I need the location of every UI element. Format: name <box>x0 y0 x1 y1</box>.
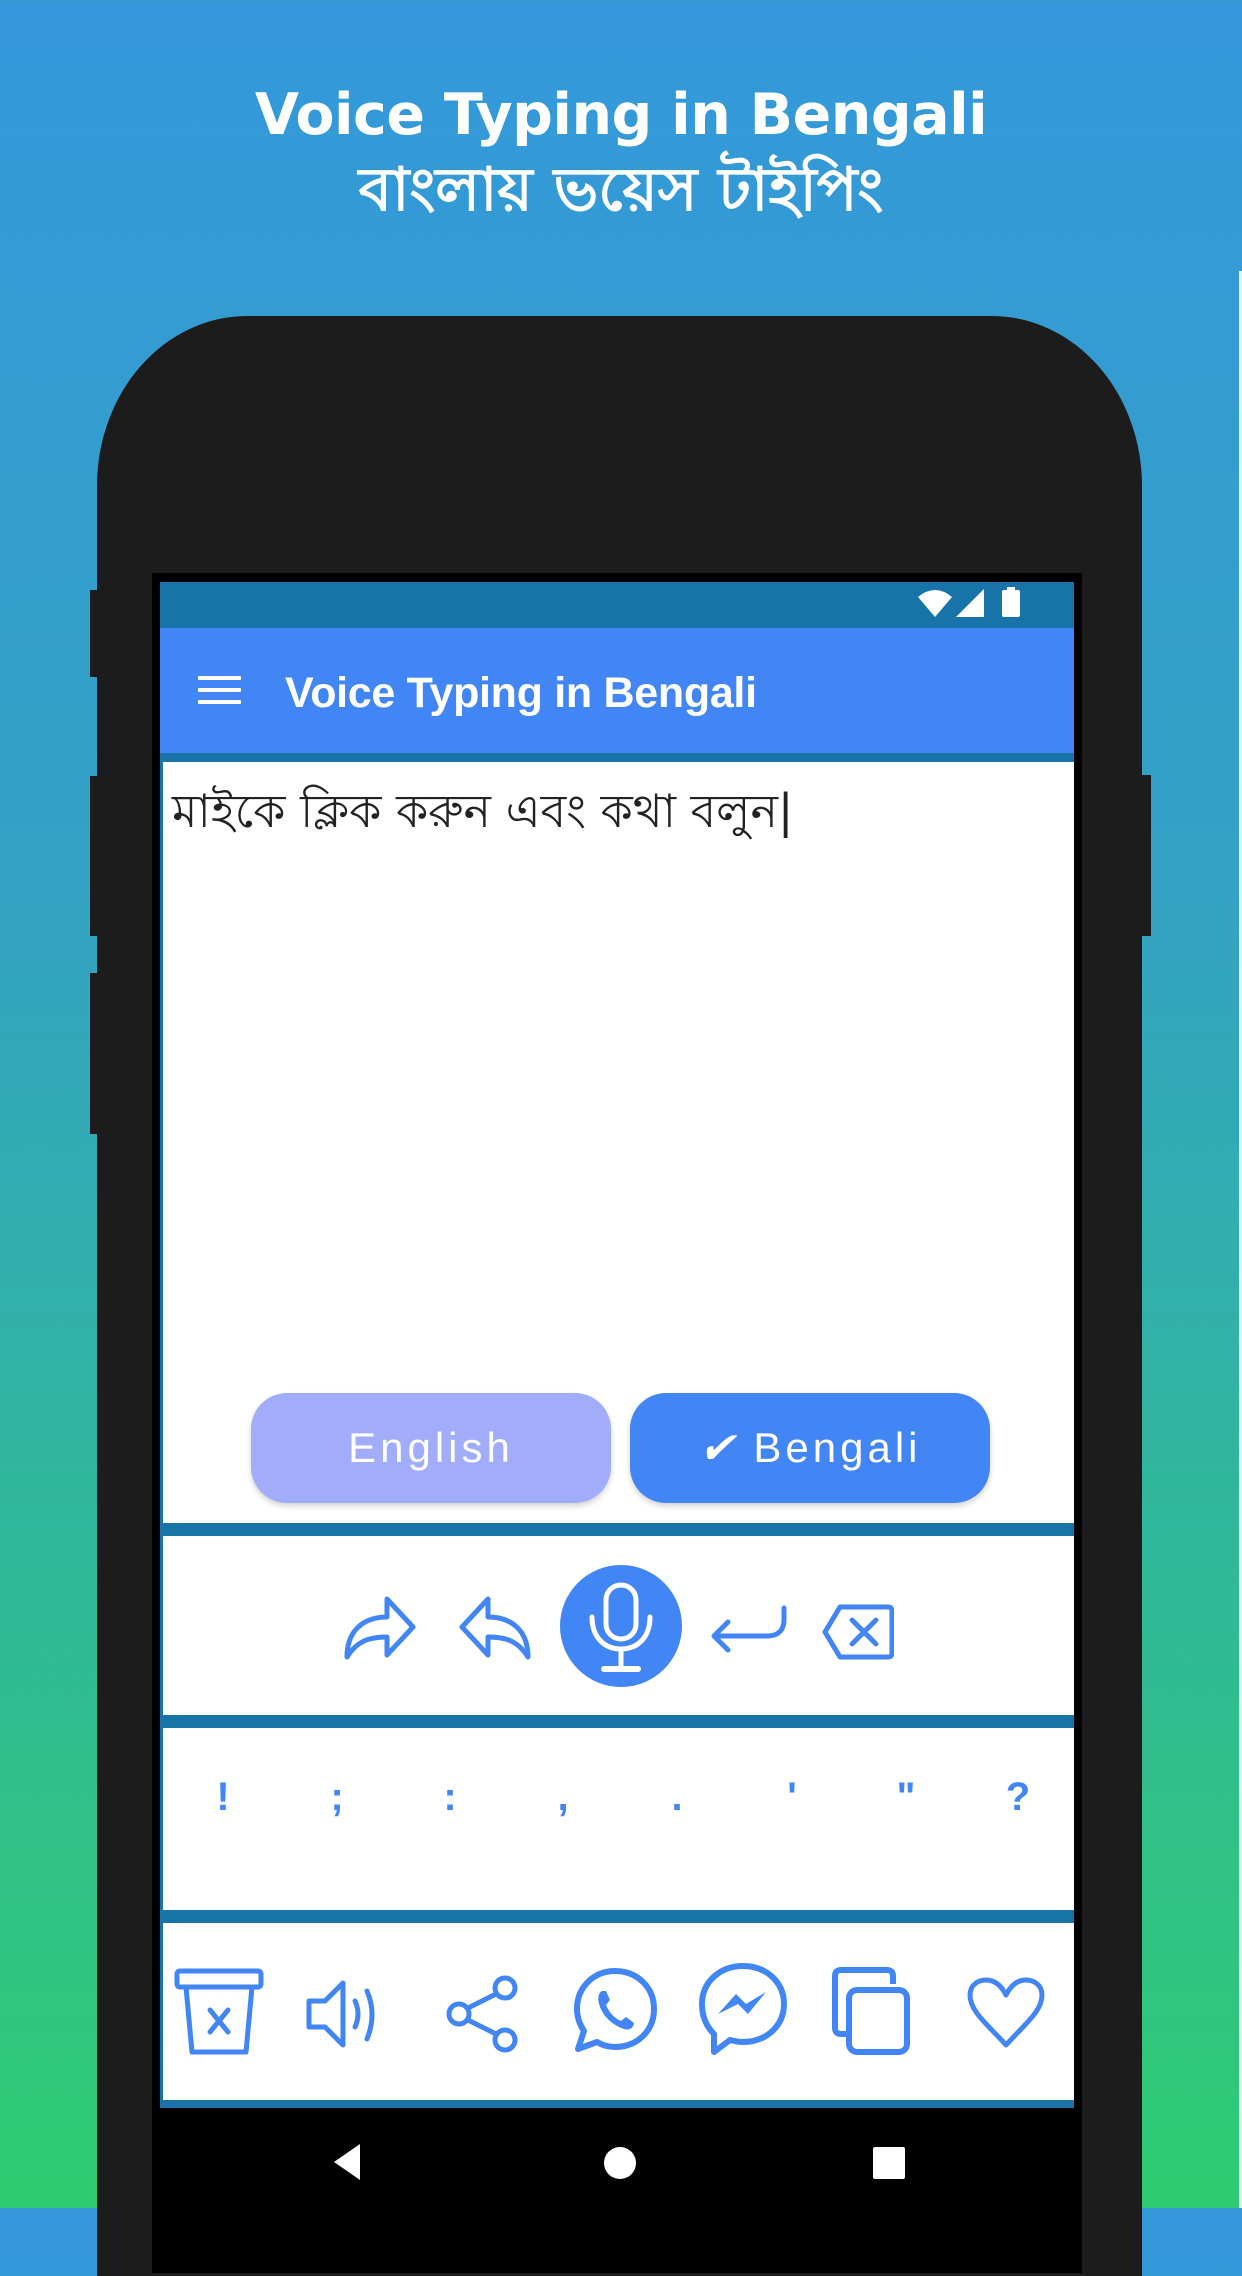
navigation-bar <box>160 2108 1074 2208</box>
messenger-icon[interactable] <box>698 1962 788 2056</box>
undo-icon[interactable] <box>458 1595 532 1661</box>
check-icon: ✔ <box>698 1423 740 1473</box>
punctuation-colon[interactable]: : <box>430 1775 470 1820</box>
favorite-heart-icon[interactable] <box>966 1977 1046 2049</box>
punctuation-comma[interactable]: , <box>543 1775 583 1820</box>
phone-side-button-right <box>1141 775 1151 936</box>
divider-4 <box>160 2100 1074 2108</box>
wifi-icon <box>918 590 952 617</box>
speak-icon[interactable] <box>305 1979 381 2049</box>
microphone-button[interactable] <box>560 1565 682 1687</box>
copy-icon[interactable] <box>831 1966 913 2056</box>
punctuation-period[interactable]: . <box>657 1775 697 1820</box>
hamburger-menu-icon[interactable] <box>198 676 241 708</box>
status-bar <box>160 582 1074 628</box>
share-icon[interactable] <box>445 1974 521 2054</box>
punctuation-apostrophe[interactable]: ' <box>772 1775 812 1820</box>
bengali-language-button[interactable]: ✔ Bengali <box>630 1393 990 1503</box>
whatsapp-icon[interactable] <box>572 1967 658 2053</box>
punctuation-quote[interactable]: " <box>886 1775 926 1820</box>
app-title: Voice Typing in Bengali <box>285 669 757 717</box>
enter-icon[interactable] <box>708 1604 788 1654</box>
promo-title-english: Voice Typing in Bengali <box>254 82 988 148</box>
microphone-icon <box>589 1582 653 1672</box>
punctuation-semicolon[interactable]: ; <box>317 1775 357 1820</box>
content-area: মাইকে ক্লিক করুন এবং কথা বলুন| English ✔… <box>160 762 1074 2208</box>
content-left-border <box>160 762 163 2108</box>
english-language-button[interactable]: English <box>251 1393 611 1503</box>
battery-icon <box>1002 587 1020 617</box>
promo-title-bengali: বাংলায় ভয়েস টাইপিং <box>358 155 884 225</box>
app-bar: Voice Typing in Bengali <box>160 628 1074 753</box>
backspace-icon[interactable] <box>822 1604 894 1660</box>
voice-text-editor[interactable]: মাইকে ক্লিক করুন এবং কথা বলুন| <box>172 780 1052 1340</box>
phone-screen: Voice Typing in Bengali মাইকে ক্লিক করুন… <box>160 582 1074 2208</box>
divider-2 <box>160 1715 1074 1728</box>
redo-icon[interactable] <box>343 1595 417 1661</box>
cellular-signal-icon <box>956 589 984 617</box>
punctuation-question[interactable]: ? <box>998 1775 1038 1820</box>
app-bar-divider <box>160 753 1074 762</box>
back-icon[interactable] <box>332 2144 362 2180</box>
punctuation-exclamation[interactable]: ! <box>203 1775 243 1820</box>
english-label: English <box>348 1424 514 1471</box>
recents-icon[interactable] <box>872 2146 906 2180</box>
divider-3 <box>160 1910 1074 1923</box>
divider-1 <box>160 1523 1074 1536</box>
home-icon[interactable] <box>603 2146 637 2180</box>
bengali-label: Bengali <box>753 1424 922 1471</box>
clear-trash-icon[interactable] <box>174 1968 264 2056</box>
